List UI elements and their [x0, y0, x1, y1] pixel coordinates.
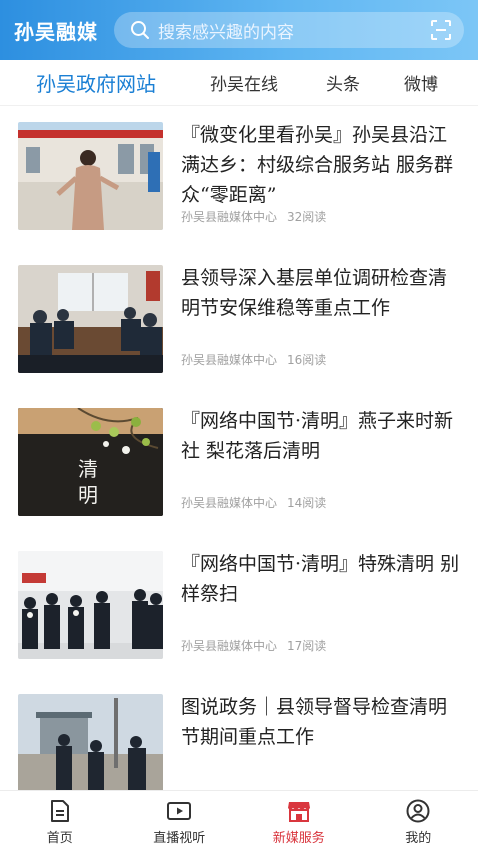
- category-tabs: 孙吴政府网站 孙吴在线 头条 微博: [0, 60, 478, 106]
- store-icon: [286, 799, 312, 823]
- nav-label: 我的: [405, 831, 432, 846]
- nav-profile[interactable]: 我的: [359, 791, 478, 850]
- scan-icon[interactable]: [430, 19, 452, 41]
- list-item[interactable]: 图说政务｜县领导督导检查清明节期间重点工作: [0, 694, 478, 790]
- list-item[interactable]: 『网络中国节·清明』特殊清明 别样祭扫 孙吴县融媒体中心 17阅读: [0, 551, 478, 694]
- app-logo[interactable]: 孙吴融媒: [14, 16, 110, 45]
- bottom-navigation: 首页 直播视听 新媒服务 我的: [0, 790, 478, 850]
- article-thumbnail: [18, 694, 163, 790]
- user-icon: [406, 799, 430, 823]
- nav-live-video[interactable]: 直播视听: [120, 791, 240, 850]
- article-meta: 孙吴县融媒体中心 32阅读: [181, 208, 326, 225]
- article-thumbnail: [18, 265, 163, 373]
- article-read-count: 14阅读: [287, 496, 327, 510]
- article-source: 孙吴县融媒体中心: [181, 210, 278, 224]
- article-thumbnail: [18, 551, 163, 659]
- article-source: 孙吴县融媒体中心: [181, 496, 278, 510]
- nav-media-services[interactable]: 新媒服务: [239, 791, 359, 850]
- article-meta: 孙吴县融媒体中心 14阅读: [181, 494, 326, 511]
- search-icon: [130, 20, 150, 40]
- home-doc-icon: [49, 799, 71, 823]
- list-item[interactable]: 『微变化里看孙吴』孙吴县沿江满达乡：村级综合服务站 服务群众“零距离” 孙吴县融…: [0, 122, 478, 265]
- nav-home[interactable]: 首页: [0, 791, 120, 850]
- article-read-count: 17阅读: [287, 639, 327, 653]
- article-title[interactable]: 图说政务｜县领导督导检查清明节期间重点工作: [181, 694, 463, 752]
- video-play-icon: [166, 799, 192, 823]
- thumbnail-caption: 清明: [78, 457, 98, 507]
- article-source: 孙吴县融媒体中心: [181, 353, 278, 367]
- article-meta: 孙吴县融媒体中心 17阅读: [181, 637, 326, 654]
- article-read-count: 32阅读: [287, 210, 327, 224]
- article-source: 孙吴县融媒体中心: [181, 639, 278, 653]
- nav-label: 首页: [46, 831, 73, 846]
- tab-weibo[interactable]: 微博: [404, 70, 438, 95]
- article-title[interactable]: 『微变化里看孙吴』孙吴县沿江满达乡：村级综合服务站 服务群众“零距离”: [181, 120, 463, 210]
- tab-government-site[interactable]: 孙吴政府网站: [36, 68, 156, 97]
- nav-label: 直播视听: [153, 831, 206, 846]
- article-thumbnail: 清明: [18, 408, 163, 516]
- article-title[interactable]: 『网络中国节·清明』特殊清明 别样祭扫: [181, 549, 463, 609]
- article-title[interactable]: 『网络中国节·清明』燕子来时新社 梨花落后清明: [181, 406, 463, 466]
- tab-sunwu-online[interactable]: 孙吴在线: [210, 70, 278, 95]
- nav-label: 新媒服务: [272, 831, 325, 846]
- article-read-count: 16阅读: [287, 353, 327, 367]
- article-meta: 孙吴县融媒体中心 16阅读: [181, 351, 326, 368]
- top-header: 孙吴融媒 搜索感兴趣的内容: [0, 0, 478, 60]
- search-bar[interactable]: 搜索感兴趣的内容: [114, 12, 464, 48]
- tab-headlines[interactable]: 头条: [326, 70, 360, 95]
- article-thumbnail: [18, 122, 163, 230]
- search-input[interactable]: 搜索感兴趣的内容: [158, 18, 430, 43]
- article-title[interactable]: 县领导深入基层单位调研检查清明节安保维稳等重点工作: [181, 263, 463, 323]
- list-item[interactable]: 县领导深入基层单位调研检查清明节安保维稳等重点工作 孙吴县融媒体中心 16阅读: [0, 265, 478, 408]
- list-item[interactable]: 清明 『网络中国节·清明』燕子来时新社 梨花落后清明 孙吴县融媒体中心 14阅读: [0, 408, 478, 551]
